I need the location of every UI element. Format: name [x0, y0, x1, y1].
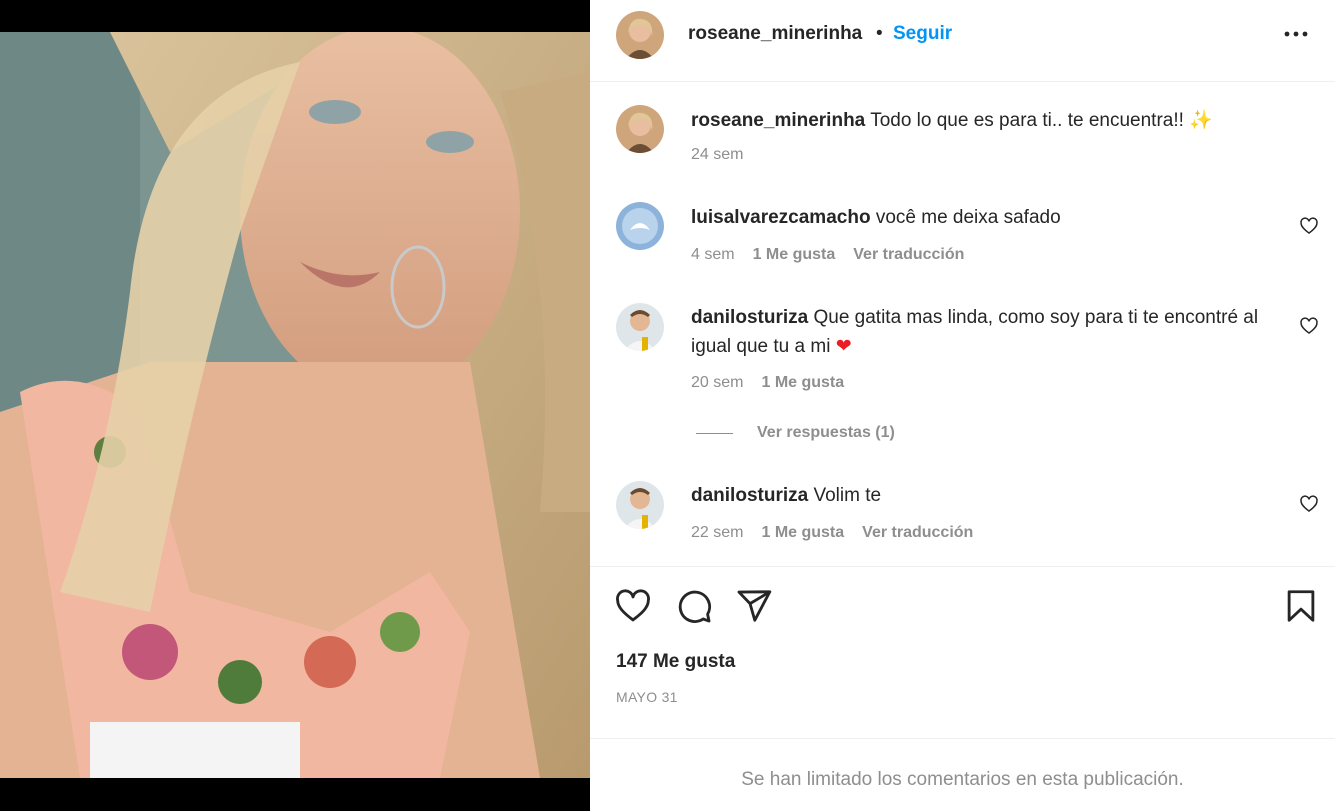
- notice-text: Se han limitado los comentarios en esta …: [741, 769, 1184, 790]
- avatar-image: [616, 105, 664, 153]
- comments-section[interactable]: roseane_minerinha Todo lo que es para ti…: [590, 83, 1335, 566]
- author-avatar[interactable]: [616, 11, 664, 59]
- caption-time[interactable]: 24 sem: [691, 146, 743, 164]
- comment-time[interactable]: 20 sem: [691, 374, 743, 392]
- comment-text: luisalvarezcamacho você me deixa safado: [691, 203, 1281, 232]
- post-details-panel: roseane_minerinha • Seguir roseane_miner…: [590, 0, 1335, 811]
- caption-meta: 24 sem: [691, 146, 743, 164]
- comment-icon[interactable]: [675, 587, 713, 625]
- comment-text: danilosturiza Volim te: [691, 481, 1281, 510]
- caption-body: Todo lo que es para ti.. te encuentra!! …: [870, 110, 1213, 131]
- commenter-avatar[interactable]: [616, 481, 664, 529]
- caption-avatar[interactable]: [616, 105, 664, 153]
- comment-text: danilosturiza Que gatita mas linda, como…: [691, 303, 1281, 361]
- heart-icon[interactable]: [614, 587, 652, 625]
- avatar-image: [616, 303, 664, 351]
- post-actions: 147 Me gusta MAYO 31: [590, 566, 1335, 738]
- avatar-image: [616, 11, 664, 59]
- commenter-avatar[interactable]: [616, 202, 664, 250]
- comment-username[interactable]: danilosturiza: [691, 485, 808, 506]
- comment-body: Volim te: [813, 485, 882, 506]
- post-media: [0, 0, 590, 811]
- author-username[interactable]: roseane_minerinha: [688, 23, 862, 45]
- view-replies-button[interactable]: Ver respuestas (1): [696, 424, 895, 442]
- comment-username[interactable]: danilosturiza: [691, 307, 808, 328]
- send-icon[interactable]: [735, 587, 773, 625]
- view-replies-label: Ver respuestas (1): [757, 424, 895, 441]
- commenter-avatar[interactable]: [616, 303, 664, 351]
- comment-body: você me deixa safado: [875, 207, 1061, 228]
- follow-button[interactable]: Seguir: [893, 23, 952, 45]
- post-photo[interactable]: [0, 32, 590, 778]
- comment-time[interactable]: 22 sem: [691, 524, 743, 542]
- comment-likes[interactable]: 1 Me gusta: [761, 374, 844, 392]
- comment-meta: 4 sem 1 Me gusta Ver traducción: [691, 246, 964, 264]
- replies-divider: [696, 432, 733, 434]
- comment-heart-icon[interactable]: [1299, 316, 1319, 336]
- post-date[interactable]: MAYO 31: [616, 689, 678, 705]
- comment-meta: 22 sem 1 Me gusta Ver traducción: [691, 524, 973, 542]
- separator-dot: •: [876, 23, 883, 44]
- heart-emoji: ❤: [835, 336, 852, 357]
- comment-likes[interactable]: 1 Me gusta: [761, 524, 844, 542]
- caption-text: roseane_minerinha Todo lo que es para ti…: [691, 106, 1281, 135]
- photo-illustration: [0, 32, 590, 778]
- avatar-image: [616, 481, 664, 529]
- comment-heart-icon[interactable]: [1299, 494, 1319, 514]
- comment-time[interactable]: 4 sem: [691, 246, 735, 264]
- comment-meta: 20 sem 1 Me gusta: [691, 374, 844, 392]
- bookmark-icon[interactable]: [1282, 587, 1320, 625]
- translate-link[interactable]: Ver traducción: [862, 524, 973, 542]
- likes-count[interactable]: 147 Me gusta: [616, 651, 735, 673]
- comments-limited-notice: Se han limitado los comentarios en esta …: [590, 738, 1335, 811]
- avatar-image: [616, 202, 664, 250]
- post-header: roseane_minerinha • Seguir: [590, 0, 1335, 82]
- comment-username[interactable]: luisalvarezcamacho: [691, 207, 871, 228]
- comment-heart-icon[interactable]: [1299, 216, 1319, 236]
- caption-username[interactable]: roseane_minerinha: [691, 110, 865, 131]
- translate-link[interactable]: Ver traducción: [853, 246, 964, 264]
- comment-likes[interactable]: 1 Me gusta: [753, 246, 836, 264]
- more-options-icon[interactable]: [1282, 22, 1310, 46]
